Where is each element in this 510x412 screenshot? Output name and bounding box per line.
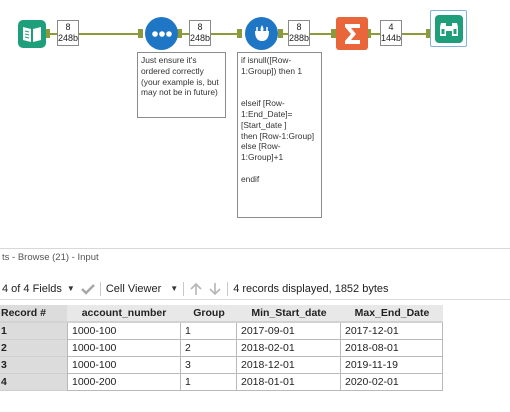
table-cell[interactable]: 3 <box>181 357 237 374</box>
table-row[interactable]: 2 1000-100 2 2018-02-01 2018-08-01 <box>0 340 443 357</box>
field-count: 8 <box>197 22 203 32</box>
binoculars-icon <box>439 22 458 36</box>
table-cell[interactable]: 2018-01-01 <box>237 374 341 391</box>
field-count: 4 <box>388 22 394 32</box>
multi-row-formula-tool[interactable] <box>245 17 278 50</box>
table-row[interactable]: 3 1000-100 3 2018-12-01 2019-11-19 <box>0 357 443 374</box>
three-dots-icon <box>151 30 172 37</box>
table-cell[interactable]: 2017-12-01 <box>341 323 443 340</box>
cell-viewer-label: Cell Viewer <box>105 283 162 295</box>
field-count: 8 <box>296 22 302 32</box>
record-number: 2 <box>0 340 67 357</box>
record-number: 4 <box>0 374 67 391</box>
scroll-up-button[interactable] <box>189 279 203 299</box>
record-size: 288b <box>289 33 310 43</box>
table-cell[interactable]: 2 <box>181 340 237 357</box>
record-info-box: 4 144b <box>380 20 402 46</box>
field-count: 8 <box>65 22 71 32</box>
sort-annotation[interactable]: Just ensure it's ordered correctly (your… <box>137 52 226 118</box>
results-toolbar: 4 of 4 Fields ▼ Cell Viewer ▼ 4 records … <box>0 279 510 300</box>
record-size: 248b <box>190 33 211 43</box>
record-info-box: 8 248b <box>189 20 211 46</box>
output-anchor[interactable] <box>278 29 283 38</box>
chevron-down-icon: ▼ <box>170 284 179 293</box>
sort-tool[interactable] <box>145 17 178 50</box>
input-data-tool[interactable] <box>18 20 46 48</box>
table-row[interactable]: 1 1000-100 1 2017-09-01 2017-12-01 <box>0 323 443 340</box>
table-cell[interactable]: 1000-100 <box>67 340 181 357</box>
book-icon <box>23 27 41 42</box>
fields-label: 4 of 4 Fields <box>2 283 62 295</box>
table-cell[interactable]: 2020-02-01 <box>341 374 443 391</box>
cell-viewer-dropdown[interactable]: Cell Viewer ▼ <box>106 279 178 299</box>
table-cell[interactable]: 2017-09-01 <box>237 323 341 340</box>
workflow-canvas[interactable]: 8 248b 8 248b 8 288b 4 144b Just ensure … <box>0 0 510 240</box>
column-header-max-end-date[interactable]: Max_End_Date <box>341 305 443 323</box>
arrow-up-icon <box>190 282 202 295</box>
table-cell[interactable]: 1 <box>181 374 237 391</box>
record-info-box: 8 288b <box>288 20 310 46</box>
formula-annotation[interactable]: if isnull([Row-1:Group]) then 1 elseif [… <box>237 52 322 218</box>
fields-selector[interactable]: 4 of 4 Fields ▼ <box>0 279 75 299</box>
results-panel-title: ts - Browse (21) - Input <box>0 248 510 267</box>
sigma-icon <box>345 23 360 44</box>
toolbar-divider <box>227 282 229 296</box>
results-grid: Record # account_number Group Min_Start_… <box>0 305 443 391</box>
checkmark-icon <box>80 284 95 295</box>
checkmark-button[interactable] <box>80 279 95 299</box>
records-status: 4 records displayed, 1852 bytes <box>233 283 389 295</box>
record-number: 1 <box>0 323 67 340</box>
arrow-down-icon <box>209 283 221 296</box>
table-cell[interactable]: 1000-100 <box>67 323 181 340</box>
record-size: 248b <box>58 33 79 43</box>
header-row: Record # account_number Group Min_Start_… <box>0 305 443 323</box>
table-cell[interactable]: 2018-02-01 <box>237 340 341 357</box>
table-cell[interactable]: 1000-200 <box>67 374 181 391</box>
summarize-tool[interactable] <box>336 17 368 50</box>
scroll-down-button[interactable] <box>208 279 222 299</box>
table-row[interactable]: 4 1000-200 1 2018-01-01 2020-02-01 <box>0 374 443 391</box>
toolbar-divider <box>183 282 185 296</box>
table-cell[interactable]: 2019-11-19 <box>341 357 443 374</box>
column-header-record[interactable]: Record # <box>0 305 67 323</box>
table-cell[interactable]: 2018-08-01 <box>341 340 443 357</box>
table-cell[interactable]: 1 <box>181 323 237 340</box>
column-header-group[interactable]: Group <box>181 305 237 323</box>
multi-row-formula-icon <box>254 24 269 41</box>
column-header-account-number[interactable]: account_number <box>67 305 181 323</box>
toolbar-divider <box>99 282 101 296</box>
browse-tool[interactable] <box>430 10 467 47</box>
table-cell[interactable]: 1000-100 <box>67 357 181 374</box>
chevron-down-icon: ▼ <box>66 284 75 293</box>
input-anchor[interactable] <box>237 29 242 38</box>
input-anchor[interactable] <box>138 29 143 38</box>
record-info-box: 8 248b <box>57 20 79 46</box>
record-size: 144b <box>381 33 402 43</box>
table-cell[interactable]: 2018-12-01 <box>237 357 341 374</box>
record-number: 3 <box>0 357 67 374</box>
column-header-min-start-date[interactable]: Min_Start_date <box>237 305 341 323</box>
